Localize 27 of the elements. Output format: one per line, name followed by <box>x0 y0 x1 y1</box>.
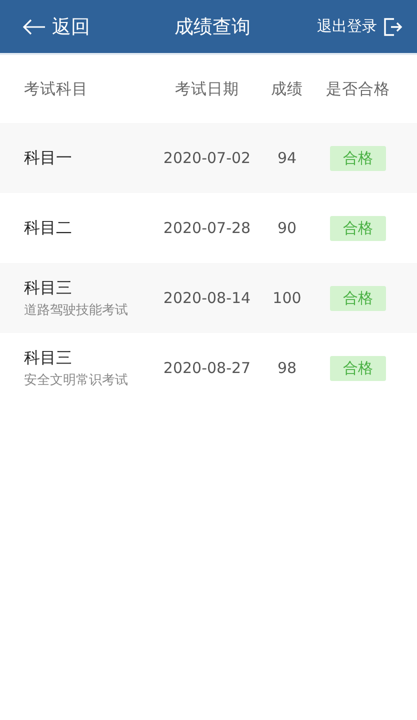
score: 90 <box>276 219 298 237</box>
exam-date: 2020-08-14 <box>162 289 252 307</box>
column-header: 考试科目 <box>24 78 89 100</box>
logout-button[interactable]: 退出登录 <box>273 16 403 36</box>
page-title: 成绩查询 <box>174 14 252 40</box>
score: 100 <box>272 289 302 307</box>
column-header: 成绩 <box>270 78 304 100</box>
exam-date: 2020-08-27 <box>162 359 252 377</box>
result-badge: 合格 <box>330 146 386 170</box>
result-badge: 合格 <box>330 286 386 310</box>
column-header: 是否合格 <box>326 78 390 100</box>
exam-date: 2020-07-02 <box>162 149 252 167</box>
subject-subtitle: 安全文明常识考试 <box>24 372 129 388</box>
subject-name: 科目三 <box>24 348 73 368</box>
back-button[interactable]: 返回 <box>22 14 152 40</box>
score: 98 <box>276 359 298 377</box>
column-header: 考试日期 <box>174 78 240 100</box>
result-badge: 合格 <box>330 216 386 240</box>
result-badge: 合格 <box>330 356 386 380</box>
exam-date: 2020-07-28 <box>162 219 252 237</box>
subject-name: 科目二 <box>24 218 73 238</box>
subject-name: 科目三 <box>24 278 73 298</box>
subject-name: 科目一 <box>24 148 73 168</box>
score: 94 <box>276 149 298 167</box>
back-arrow-icon <box>22 18 46 34</box>
logout-icon <box>383 16 403 36</box>
subject-subtitle: 道路驾驶技能考试 <box>24 302 129 318</box>
